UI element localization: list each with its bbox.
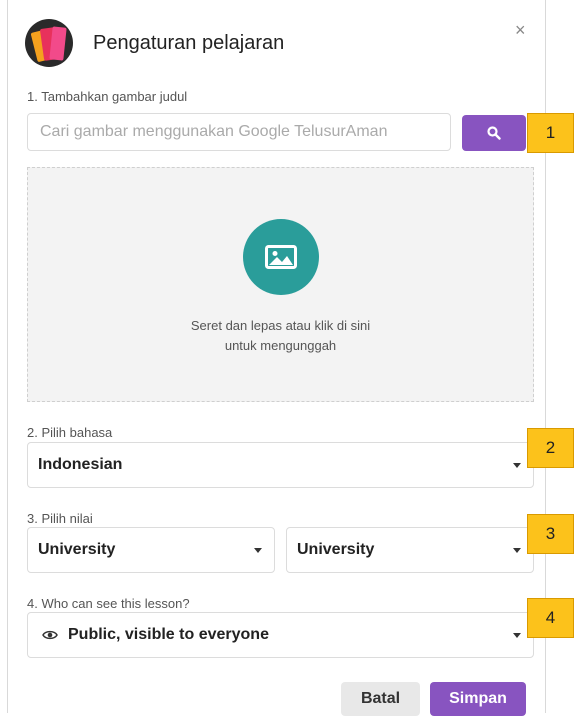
- cancel-button[interactable]: Batal: [341, 682, 420, 716]
- dialog-title: Pengaturan pelajaran: [93, 31, 285, 54]
- dropzone-instructions: Seret dan lepas atau klik di sini untuk …: [28, 316, 533, 356]
- callout-3: 3: [527, 514, 574, 554]
- image-icon: [265, 245, 297, 269]
- app-logo: [25, 19, 73, 67]
- chevron-down-icon: [513, 463, 521, 468]
- grade-to-select[interactable]: University: [286, 527, 534, 573]
- search-icon: [487, 126, 501, 140]
- lesson-settings-dialog: Pengaturan pelajaran × 1. Tambahkan gamb…: [7, 0, 546, 716]
- chevron-down-icon: [254, 548, 262, 553]
- grade-from-select[interactable]: University: [27, 527, 275, 573]
- dialog-header: Pengaturan pelajaran: [25, 18, 284, 68]
- grade-section-label: 3. Pilih nilai: [27, 511, 93, 526]
- visibility-selected-value: Public, visible to everyone: [68, 626, 269, 643]
- language-select[interactable]: Indonesian: [27, 442, 534, 488]
- grade-to-value: University: [297, 541, 375, 558]
- callout-1: 1: [527, 113, 574, 153]
- chevron-down-icon: [513, 633, 521, 638]
- grade-from-value: University: [38, 541, 116, 558]
- image-section-label: 1. Tambahkan gambar judul: [27, 89, 188, 104]
- language-selected-value: Indonesian: [38, 456, 123, 473]
- image-search-button[interactable]: [462, 115, 526, 151]
- image-upload-dropzone[interactable]: Seret dan lepas atau klik di sini untuk …: [27, 167, 534, 402]
- dropzone-text-line2: untuk mengunggah: [224, 338, 337, 353]
- callout-4: 4: [527, 598, 574, 638]
- eye-icon: [42, 630, 58, 640]
- upload-image-button[interactable]: [243, 219, 319, 295]
- image-search-input[interactable]: [27, 113, 451, 151]
- save-button[interactable]: Simpan: [430, 682, 526, 716]
- chevron-down-icon: [513, 548, 521, 553]
- language-section-label: 2. Pilih bahasa: [27, 425, 113, 440]
- callout-2: 2: [527, 428, 574, 468]
- visibility-select[interactable]: Public, visible to everyone: [27, 612, 534, 658]
- visibility-section-label: 4. Who can see this lesson?: [27, 596, 190, 611]
- close-icon[interactable]: ×: [515, 20, 526, 41]
- dropzone-text-line1: Seret dan lepas atau klik di sini: [190, 318, 371, 333]
